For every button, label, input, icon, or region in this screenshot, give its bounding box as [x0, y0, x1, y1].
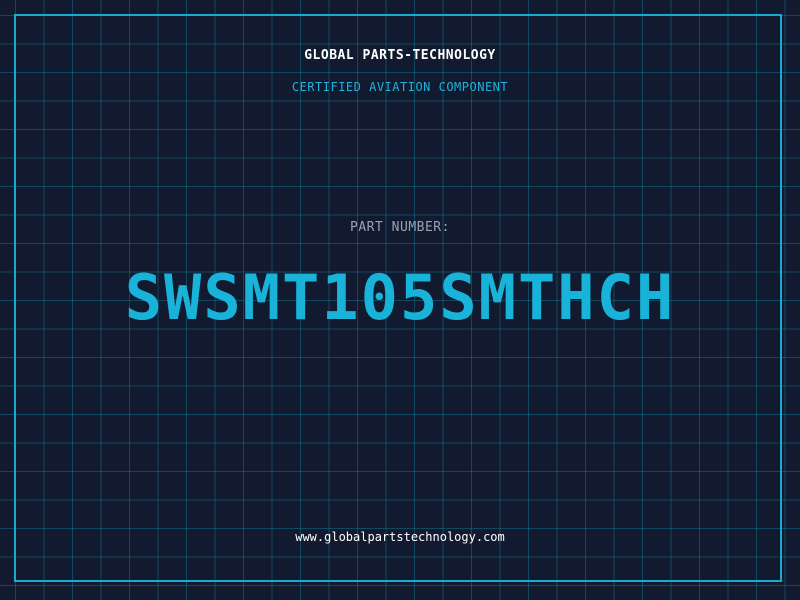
- company-name: GLOBAL PARTS-TECHNOLOGY: [304, 48, 496, 63]
- part-number-value: SWSMT105SMTHCH: [124, 261, 676, 334]
- part-number-label: PART NUMBER:: [350, 220, 450, 235]
- certification-tagline: CERTIFIED AVIATION COMPONENT: [291, 80, 509, 94]
- part-card: GLOBAL PARTS-TECHNOLOGY CERTIFIED AVIATI…: [0, 0, 800, 600]
- website-url: www.globalpartstechnology.com: [295, 530, 505, 544]
